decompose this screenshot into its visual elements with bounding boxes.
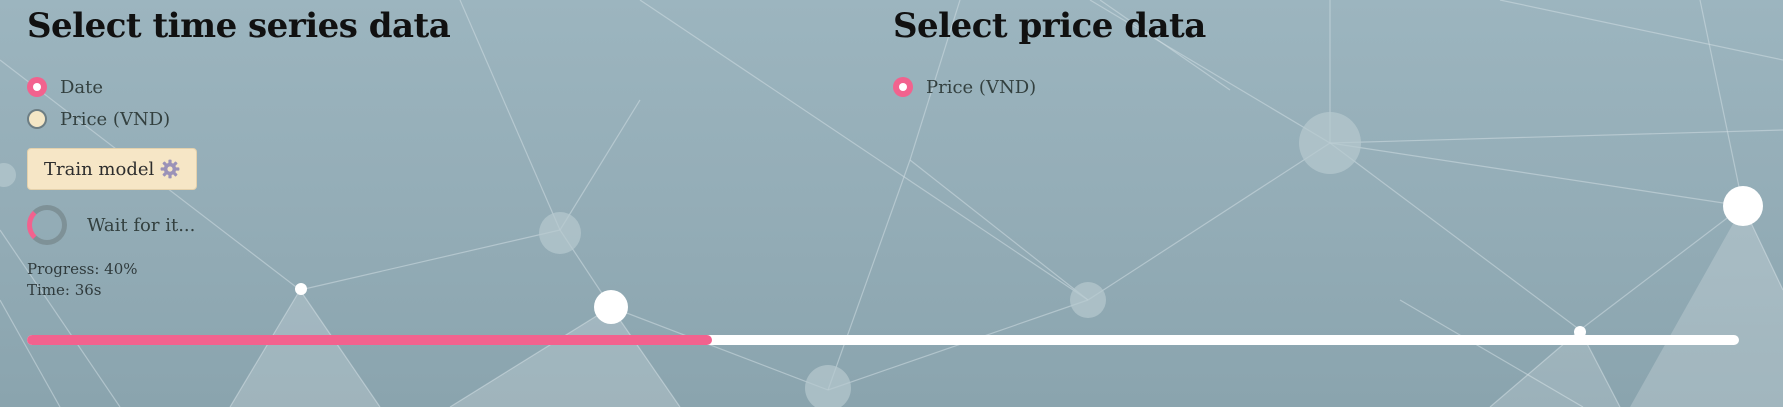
time-series-panel: Select time series data Date Price (VND)… — [27, 6, 451, 301]
price-title: Select price data — [893, 6, 1206, 46]
radio-label-price-vnd: Price (VND) — [926, 76, 1037, 98]
time-series-title: Select time series data — [27, 6, 451, 46]
radio-option-price[interactable]: Price (VND) — [27, 103, 450, 135]
time-series-radio-group: Date Price (VND) — [27, 71, 450, 135]
progress-text: Progress: 40% — [27, 260, 138, 278]
train-model-button[interactable]: Train model — [27, 148, 198, 190]
progress-bar-fill — [27, 335, 712, 345]
radio-option-price-vnd[interactable]: Price (VND) — [893, 71, 1206, 103]
radio-button-selected[interactable] — [893, 77, 913, 97]
price-panel: Select price data Price (VND) — [893, 6, 1206, 103]
spinner-icon — [27, 205, 67, 245]
price-radio-group: Price (VND) — [893, 71, 1206, 103]
radio-label-price: Price (VND) — [60, 108, 171, 130]
status-row: Wait for it... — [27, 205, 450, 245]
time-text: Time: 36s — [27, 281, 102, 299]
progress-bar — [27, 335, 1739, 345]
radio-button-selected[interactable] — [27, 77, 47, 97]
status-text: Wait for it... — [87, 214, 196, 236]
train-model-label: Train model — [44, 158, 155, 180]
radio-label-date: Date — [60, 76, 104, 98]
radio-option-date[interactable]: Date — [27, 71, 450, 103]
gear-icon — [160, 159, 180, 179]
radio-button-unselected[interactable] — [27, 109, 47, 129]
